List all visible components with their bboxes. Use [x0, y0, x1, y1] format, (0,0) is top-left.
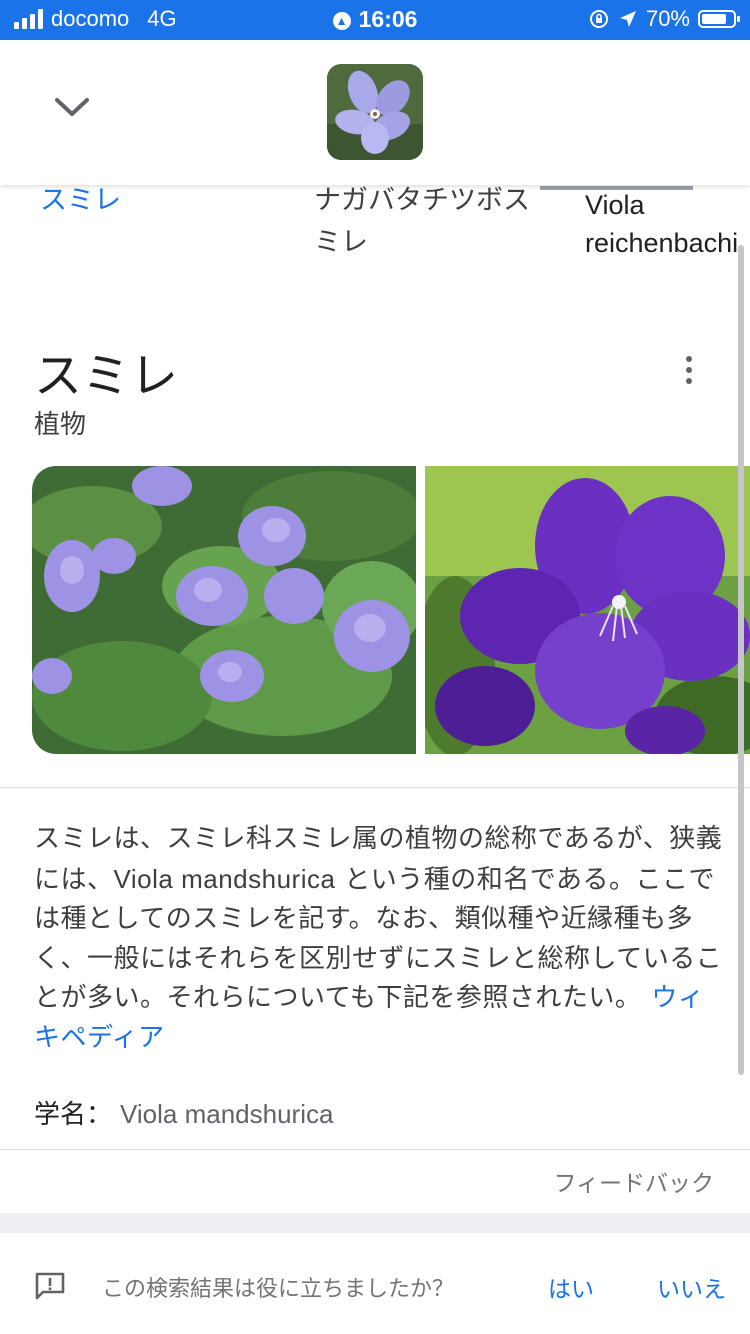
scientific-name-value[interactable]: Viola mandshurica	[120, 1099, 333, 1129]
battery-percent: 70%	[645, 6, 690, 31]
helpfulness-question: この検索結果は役に立ちましたか？	[102, 1277, 455, 1302]
header-thumbnail[interactable]	[327, 64, 423, 160]
description-latin: Viola mandshurica	[113, 863, 336, 894]
status-bar: docomo 4G ▲ 16:06 70%	[0, 0, 750, 40]
related-item-viola-reichenbachi[interactable]: Viola reichenbachi	[585, 186, 750, 262]
scientific-name-label: 学名：	[34, 1100, 113, 1130]
chevron-down-icon[interactable]	[52, 92, 92, 122]
status-right: 70%	[588, 6, 740, 32]
battery-icon	[698, 10, 740, 28]
related-item-nagabatachitsubosumire[interactable]: ナガバタチツボスミレ	[314, 186, 544, 264]
navigation-app-icon: ▲	[332, 12, 351, 30]
related-item-label: Viola reichenbachi	[585, 190, 739, 258]
related-item-sumire[interactable]: スミレ	[40, 186, 121, 222]
violet-photo-2	[425, 466, 750, 754]
divider	[0, 787, 750, 788]
violet-image-1[interactable]	[32, 466, 416, 754]
location-arrow-icon	[619, 11, 636, 27]
yes-button[interactable]: はい	[548, 1270, 594, 1304]
no-button[interactable]: いいえ	[657, 1270, 726, 1304]
feedback-icon	[35, 1272, 65, 1300]
entity-title: スミレ	[34, 348, 179, 404]
related-entities-strip: スミレ ナガバタチツボスミレ Viola reichenbachi	[0, 186, 750, 276]
scrollbar[interactable]	[738, 245, 744, 1075]
violet-photo-1	[32, 466, 416, 754]
status-time: 16:06	[358, 6, 418, 32]
divider	[0, 1149, 750, 1150]
helpfulness-bar: この検索結果は役に立ちましたか？ はい いいえ	[0, 1233, 750, 1334]
violet-image-2[interactable]	[425, 466, 750, 754]
violet-thumbnail-image	[327, 64, 423, 160]
section-separator	[0, 1213, 750, 1233]
feedback-link[interactable]: フィードバック	[553, 1164, 714, 1198]
rotation-lock-icon	[589, 10, 608, 28]
more-vert-icon[interactable]	[674, 352, 704, 388]
entity-subtitle: 植物	[34, 410, 87, 440]
entity-description: スミレは、スミレ科スミレ属の植物の総称であるが、狭義には、Viola mands…	[34, 820, 724, 1058]
scientific-name-row: 学名： Viola mandshurica	[34, 1094, 333, 1131]
result-header	[0, 40, 750, 185]
